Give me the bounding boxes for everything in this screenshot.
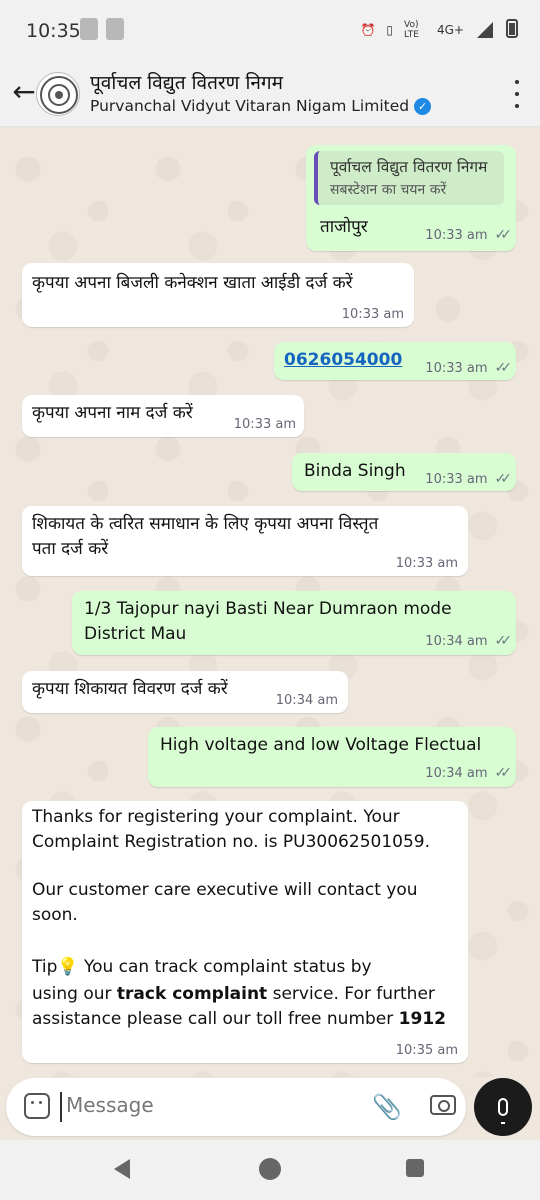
message-time: 10:33 am <box>395 556 458 571</box>
network-label: 4G+ <box>437 22 464 37</box>
message-bubble-incoming[interactable]: शिकायत के त्वरित समाधान के लिए कृपया अपन… <box>22 506 468 576</box>
read-ticks-icon: ✓✓ <box>494 765 513 781</box>
status-bar: 10:35 ⏰ ▯ Vo) LTE 4G+ <box>0 0 540 62</box>
message-time: 10:35 am <box>395 1043 458 1058</box>
signal-icon <box>475 20 495 40</box>
status-time: 10:35 <box>26 20 81 42</box>
message-text-line: Thanks for registering your complaint. Y… <box>32 807 400 827</box>
battery-icon <box>506 18 518 41</box>
verified-badge-icon: ✓ <box>414 97 432 115</box>
lightbulb-icon: 💡 <box>57 957 79 977</box>
voice-record-button[interactable] <box>474 1078 532 1136</box>
message-time: 10:34 am <box>425 765 488 781</box>
message-meta: 10:34 am ✓✓ <box>425 633 513 649</box>
message-composer: Message 📎 <box>0 1078 540 1138</box>
message-meta: 10:34 am ✓✓ <box>425 765 513 781</box>
message-text-line: शिकायत के त्वरित समाधान के लिए कृपया अपन… <box>32 514 379 534</box>
status-icons: ⏰ ▯ Vo) LTE 4G+ <box>360 18 518 41</box>
mic-icon <box>498 1098 508 1124</box>
message-meta: 10:33 am ✓✓ <box>425 471 513 487</box>
system-nav-bar <box>0 1140 540 1200</box>
message-time: 10:34 am <box>425 633 488 649</box>
message-bubble-incoming[interactable]: कृपया अपना बिजली कनेक्शन खाता आईडी दर्ज … <box>22 263 414 327</box>
alarm-icon: ⏰ <box>360 22 376 37</box>
message-meta: 10:33 am ✓✓ <box>425 360 513 376</box>
message-text-line: Complaint Registration no. is PU30062501… <box>32 832 430 852</box>
nav-back-icon[interactable] <box>114 1159 130 1179</box>
message-time: 10:33 am <box>233 417 296 432</box>
message-time: 10:34 am <box>275 693 338 708</box>
message-input-container[interactable]: Message 📎 <box>6 1078 466 1136</box>
message-bubble-outgoing[interactable]: Binda Singh 10:33 am ✓✓ <box>292 453 516 491</box>
read-ticks-icon: ✓✓ <box>494 633 513 649</box>
notification-icon <box>106 18 124 40</box>
message-bubble-outgoing[interactable]: High voltage and low Voltage Flectual 10… <box>148 727 516 787</box>
chat-subtitle[interactable]: Purvanchal Vidyut Vitaran Nigam Limited … <box>90 97 432 115</box>
more-options-icon[interactable] <box>512 80 522 108</box>
track-complaint-bold: track complaint <box>116 984 268 1004</box>
attach-icon[interactable]: 📎 <box>372 1093 402 1121</box>
message-meta: 10:33 am ✓✓ <box>425 227 513 243</box>
message-text-line: पता दर्ज करें <box>32 539 109 559</box>
message-text-line: Our customer care executive will contact… <box>32 880 418 900</box>
message-text: कृपया शिकायत विवरण दर्ज करें <box>32 679 228 699</box>
message-text: High voltage and low Voltage Flectual <box>160 735 482 755</box>
chat-area[interactable]: पूर्वाचल विद्युत वितरण निगम सबस्टेशन का … <box>0 127 540 1077</box>
message-text-line: District Mau <box>84 624 187 644</box>
text-cursor <box>60 1092 62 1122</box>
chat-title[interactable]: पूर्वाचल विद्युत वितरण निगम <box>90 69 283 95</box>
quoted-title: पूर्वाचल विद्युत वितरण निगम <box>330 158 488 176</box>
read-ticks-icon: ✓✓ <box>494 227 513 243</box>
nav-home-icon[interactable] <box>259 1158 281 1180</box>
notification-icon <box>80 18 98 40</box>
volte-label: Vo) LTE <box>404 19 419 40</box>
quoted-message[interactable]: पूर्वाचल विद्युत वितरण निगम सबस्टेशन का … <box>314 151 504 205</box>
message-text-line: 1/3 Tajopur nayi Basti Near Dumraon mode <box>84 599 452 619</box>
message-text-line: using our track complaint service. For f… <box>32 984 435 1004</box>
avatar[interactable] <box>36 72 80 116</box>
message-input[interactable]: Message <box>66 1093 154 1117</box>
message-text-line: assistance please call our toll free num… <box>32 1009 446 1029</box>
message-text: Binda Singh <box>304 461 406 481</box>
message-time: 10:33 am <box>425 471 488 487</box>
message-text-line: Tip💡 You can track complaint status by <box>32 957 372 977</box>
message-bubble-outgoing[interactable]: पूर्वाचल विद्युत वितरण निगम सबस्टेशन का … <box>306 145 516 251</box>
message-text: कृपया अपना नाम दर्ज करें <box>32 403 193 423</box>
vibrate-icon: ▯ <box>386 22 393 37</box>
read-ticks-icon: ✓✓ <box>494 360 513 376</box>
chat-header: ← पूर्वाचल विद्युत वितरण निगम Purvanchal… <box>0 62 540 127</box>
nav-recents-icon[interactable] <box>406 1159 424 1177</box>
read-ticks-icon: ✓✓ <box>494 471 513 487</box>
message-bubble-incoming[interactable]: Thanks for registering your complaint. Y… <box>22 801 468 1063</box>
message-time: 10:33 am <box>341 307 404 322</box>
sticker-icon[interactable] <box>24 1093 50 1119</box>
message-text: कृपया अपना बिजली कनेक्शन खाता आईडी दर्ज … <box>32 273 353 293</box>
message-bubble-outgoing[interactable]: 1/3 Tajopur nayi Basti Near Dumraon mode… <box>72 591 516 655</box>
message-time: 10:33 am <box>425 227 488 243</box>
message-time: 10:33 am <box>425 360 488 376</box>
camera-icon[interactable] <box>430 1095 456 1115</box>
message-bubble-incoming[interactable]: कृपया शिकायत विवरण दर्ज करें 10:34 am <box>22 671 348 713</box>
account-id-link[interactable]: 0626054000 <box>284 348 402 373</box>
message-text-line: soon. <box>32 905 78 925</box>
subtitle-text: Purvanchal Vidyut Vitaran Nigam Limited <box>90 97 410 115</box>
message-bubble-incoming[interactable]: कृपया अपना नाम दर्ज करें 10:33 am <box>22 395 304 437</box>
message-bubble-outgoing[interactable]: 0626054000 10:33 am ✓✓ <box>274 342 516 380</box>
quoted-text: सबस्टेशन का चयन करें <box>330 182 447 198</box>
message-text: ताजोपुर <box>320 217 368 237</box>
toll-free-number: 1912 <box>398 1009 446 1029</box>
